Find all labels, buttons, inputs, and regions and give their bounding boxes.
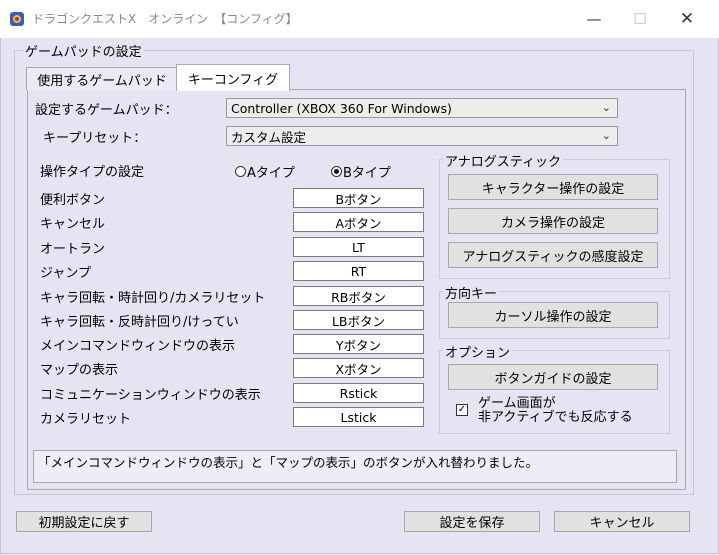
analog-sensitivity-button[interactable]: アナログスティックの感度設定 <box>448 242 658 268</box>
chevron-down-icon: ⌄ <box>601 101 611 114</box>
save-settings-button[interactable]: 設定を保存 <box>404 511 540 532</box>
reset-defaults-button[interactable]: 初期設定に戻す <box>16 511 152 532</box>
key-value-box[interactable]: RBボタン <box>293 286 424 306</box>
key-row-label: マップの表示 <box>40 363 119 378</box>
key-row-label: コミュニケーションウィンドウの表示 <box>40 388 261 403</box>
character-control-button[interactable]: キャラクター操作の設定 <box>448 174 658 200</box>
key-value-box[interactable]: RT <box>293 261 424 281</box>
preset-select-value: カスタム設定 <box>231 129 307 145</box>
maximize-button[interactable]: ☐ <box>617 0 663 38</box>
key-row-label: キャンセル <box>40 217 106 232</box>
minimize-button[interactable]: — <box>571 0 617 38</box>
close-button[interactable]: ✕ <box>664 0 710 38</box>
maximize-icon: ☐ <box>633 10 647 28</box>
radio-type-a-label: Aタイプ <box>247 166 295 181</box>
key-row-label: オートラン <box>40 242 106 257</box>
radio-circle-icon <box>235 166 246 177</box>
cursor-control-button[interactable]: カーソル操作の設定 <box>448 302 658 328</box>
key-row-label: 便利ボタン <box>40 193 106 208</box>
inactive-response-label-line1: ゲーム画面が <box>478 396 556 411</box>
tab-keyconfig[interactable]: キーコンフィグ <box>176 64 290 91</box>
key-row-label: ジャンプ <box>40 266 91 281</box>
preset-select[interactable]: カスタム設定 ⌄ <box>226 126 618 146</box>
cancel-button[interactable]: キャンセル <box>554 511 690 532</box>
radio-type-a[interactable]: Aタイプ <box>235 162 295 181</box>
key-value-box[interactable]: Bボタン <box>293 188 424 208</box>
analog-stick-title: アナログスティック <box>443 151 563 170</box>
gamepad-select[interactable]: Controller (XBOX 360 For Windows) ⌄ <box>226 98 618 118</box>
operation-type-label: 操作タイプの設定 <box>40 165 145 180</box>
gamepad-select-value: Controller (XBOX 360 For Windows) <box>231 100 452 116</box>
tab-gamepad[interactable]: 使用するゲームパッド <box>26 67 178 90</box>
window-title: ドラゴンクエストX オンライン 【コンフィグ】 <box>32 12 298 26</box>
key-value-box[interactable]: Yボタン <box>293 334 424 354</box>
checkmark-icon: ✓ <box>457 404 467 415</box>
key-value-box[interactable]: Rstick <box>293 383 424 403</box>
radio-type-b-label: Bタイプ <box>343 166 391 181</box>
close-icon: ✕ <box>679 9 695 29</box>
preset-label: キープリセット： <box>43 131 147 146</box>
direction-key-title: 方向キー <box>443 283 500 302</box>
gamepad-label: 設定するゲームパッド： <box>35 103 178 118</box>
button-guide-button[interactable]: ボタンガイドの設定 <box>448 364 658 390</box>
status-message: 「メインコマンドウィンドウの表示」と「マップの表示」のボタンが入れ替わりました。 <box>38 455 539 470</box>
key-value-box[interactable]: Xボタン <box>293 358 424 378</box>
radio-selected-icon <box>331 166 342 177</box>
app-icon <box>9 11 25 27</box>
key-row-label: メインコマンドウィンドウの表示 <box>40 339 236 354</box>
key-value-box[interactable]: Lstick <box>293 407 424 427</box>
key-row-label: キャラ回転・反時計回り/けってい <box>40 315 239 330</box>
group-title: ゲームパッドの設定 <box>23 41 144 60</box>
key-row-label: カメラリセット <box>40 412 132 427</box>
key-value-box[interactable]: Aボタン <box>293 212 424 232</box>
inactive-response-label: ゲーム画面が 非アクティブでも反応する <box>478 397 633 425</box>
chevron-down-icon: ⌄ <box>601 129 611 142</box>
radio-type-b[interactable]: Bタイプ <box>331 162 391 181</box>
camera-control-button[interactable]: カメラ操作の設定 <box>448 208 658 234</box>
inactive-response-checkbox[interactable]: ✓ <box>456 404 468 416</box>
key-value-box[interactable]: LBボタン <box>293 310 424 330</box>
key-value-box[interactable]: LT <box>293 237 424 257</box>
key-row-label: キャラ回転・時計回り/カメラリセット <box>40 291 266 306</box>
inactive-response-label-line2: 非アクティブでも反応する <box>478 410 633 425</box>
options-title: オプション <box>443 342 513 361</box>
minimize-icon: — <box>586 10 602 28</box>
